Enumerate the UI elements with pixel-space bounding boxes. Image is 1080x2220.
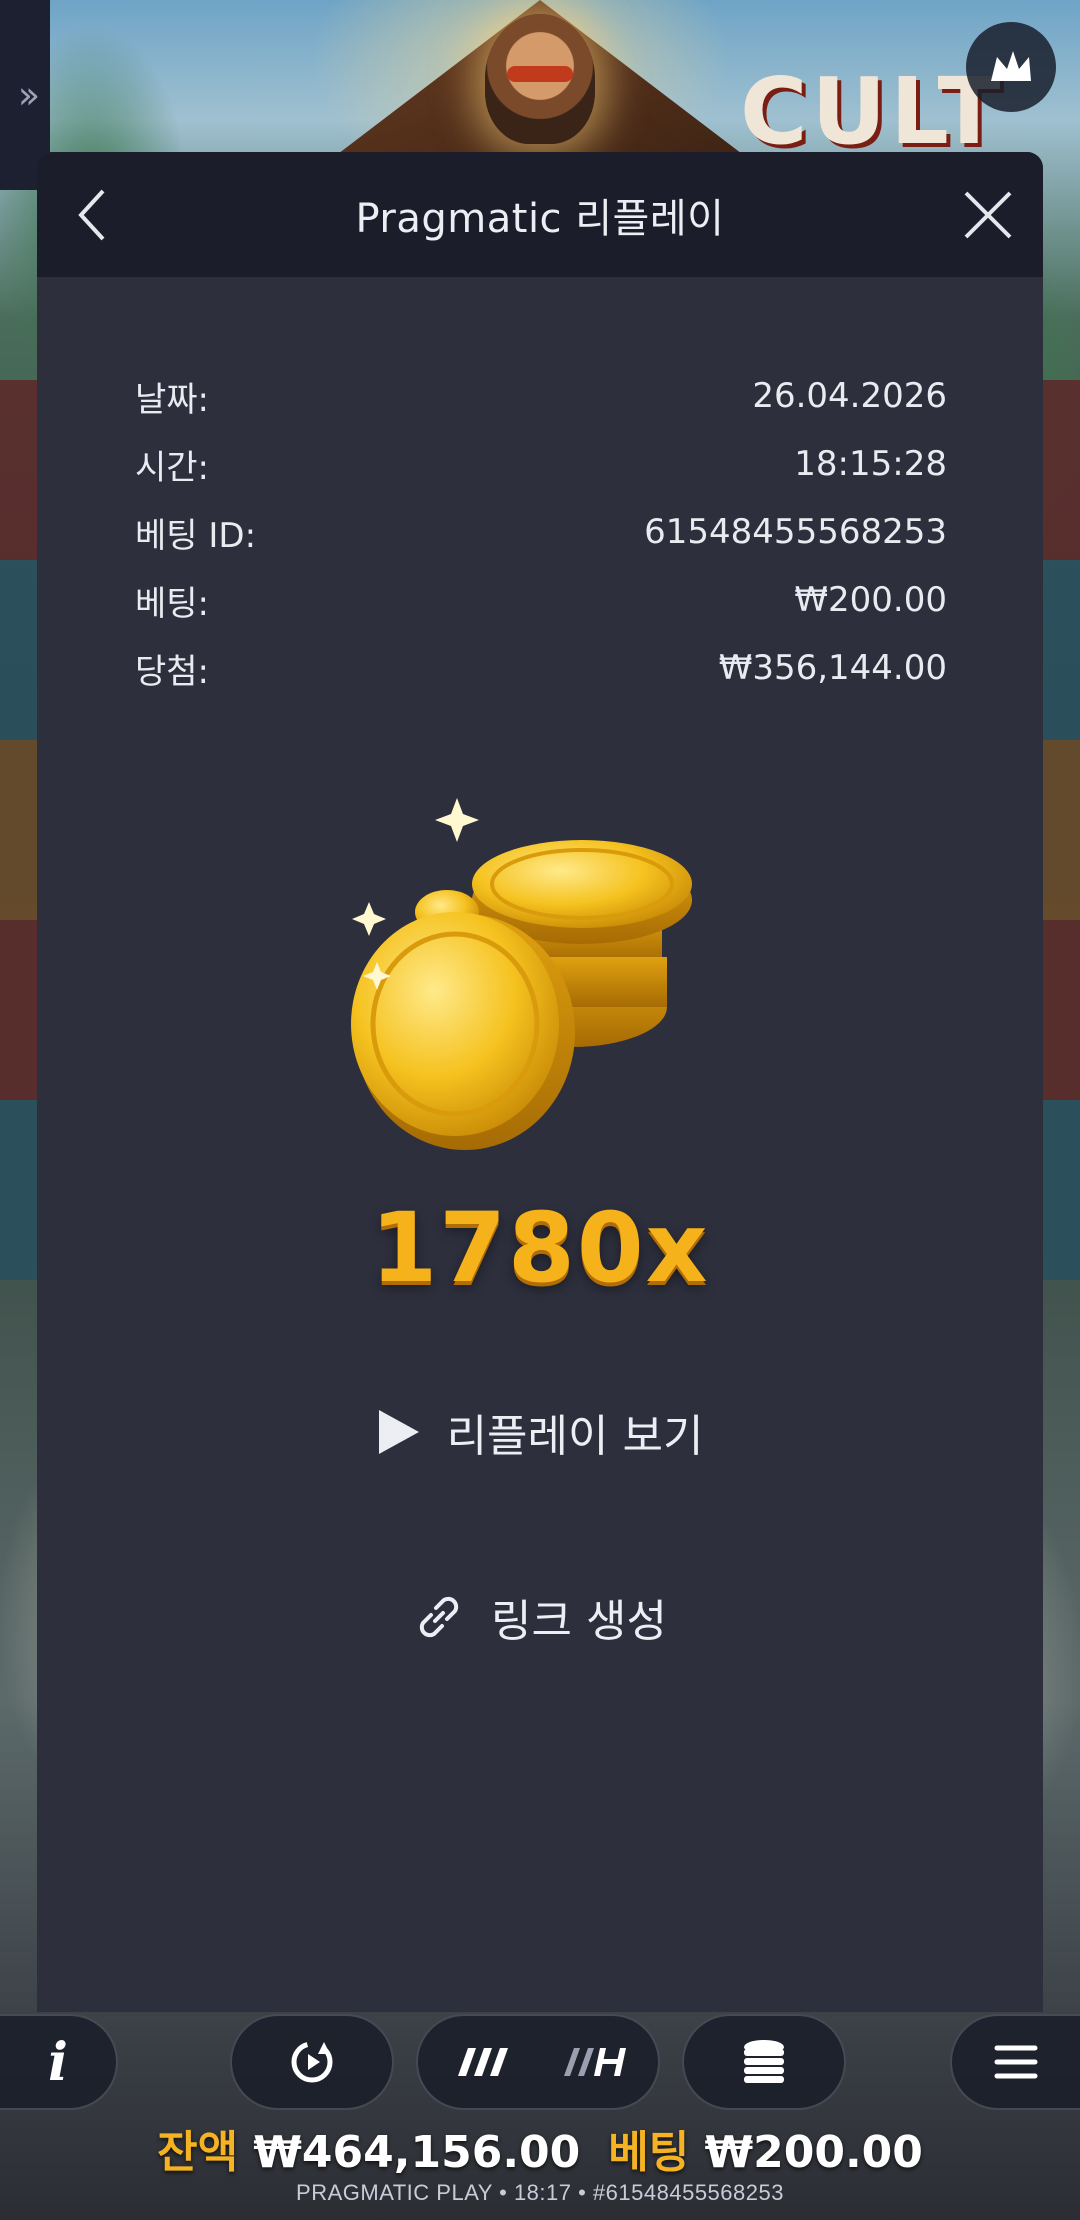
balance-value: ₩464,156.00 <box>253 2127 581 2178</box>
chevron-left-icon <box>78 189 105 240</box>
footer-info: PRAGMATIC PLAY • 18:17 • #61548455568253 <box>296 2180 784 2205</box>
back-button[interactable] <box>37 152 147 277</box>
bet-group: 베팅 ₩200.00 <box>608 2116 923 2180</box>
info-button[interactable]: i <box>0 2014 118 2110</box>
info-icon: i <box>48 2031 68 2093</box>
detail-value: ₩200.00 <box>794 580 947 620</box>
bet-label: 베팅 <box>608 2127 690 2178</box>
bet-value: ₩200.00 <box>704 2127 923 2178</box>
modal-title: Pragmatic 리플레이 <box>355 195 725 242</box>
detail-label: 베팅 ID: <box>135 515 257 556</box>
gold-coins-illustration <box>337 792 737 1172</box>
close-icon <box>964 191 1012 238</box>
autoplay-button[interactable] <box>230 2014 394 2110</box>
detail-label: 당첨: <box>135 651 210 692</box>
play-icon <box>378 1410 419 1454</box>
detail-row-date: 날짜: 26.04.2026 <box>135 362 947 430</box>
detail-value: 18:15:28 <box>794 444 947 484</box>
balance-group: 잔액 ₩464,156.00 <box>157 2116 580 2180</box>
detail-value: ₩356,144.00 <box>718 648 947 688</box>
crown-icon <box>991 51 1031 81</box>
modal-header: Pragmatic 리플레이 <box>37 152 1043 277</box>
balance-bet-line: 잔액 ₩464,156.00 베팅 ₩200.00 <box>0 2118 1080 2178</box>
autoplay-icon <box>291 2041 333 2083</box>
bet-settings-button[interactable] <box>682 2014 846 2110</box>
character-portrait <box>485 14 595 144</box>
watch-replay-label: 리플레이 보기 <box>446 1411 704 1462</box>
bet-details: 날짜: 26.04.2026 시간: 18:15:28 베팅 ID: 61548… <box>135 362 947 702</box>
coins-icon <box>351 798 692 1150</box>
detail-value: 26.04.2026 <box>752 376 947 416</box>
create-link-label: 링크 생성 <box>491 1596 667 1647</box>
reel-strip-right <box>1040 380 1080 1280</box>
win-multiplier: 1780x <box>370 1192 710 1304</box>
detail-label: 베팅: <box>135 583 210 624</box>
close-button[interactable] <box>933 152 1043 277</box>
detail-label: 시간: <box>135 447 210 488</box>
detail-value: 61548455568253 <box>644 512 947 552</box>
balance-label: 잔액 <box>157 2127 239 2178</box>
coin-stack-icon <box>744 2040 784 2083</box>
detail-row-bet: 베팅: ₩200.00 <box>135 566 947 634</box>
watch-replay-button[interactable]: 리플레이 보기 <box>37 1392 1043 1472</box>
create-link-button[interactable]: 링크 생성 <box>37 1577 1043 1657</box>
link-icon <box>419 1596 459 1638</box>
crown-button[interactable] <box>966 22 1056 112</box>
bottom-control-bar: i 잔액 ₩464,156.00 베팅 ₩200.00 PRAGMATIC PL… <box>0 2012 1080 2220</box>
replay-modal: Pragmatic 리플레이 날짜: 26.04.2026 시간: 18:15:… <box>37 152 1043 2012</box>
turbo-speed-icon <box>458 2048 626 2076</box>
detail-label: 날짜: <box>135 379 210 420</box>
reel-strip-left <box>0 380 40 1280</box>
menu-button[interactable] <box>950 2014 1080 2110</box>
double-chevron-right-icon: ›› <box>17 73 41 117</box>
detail-row-time: 시간: 18:15:28 <box>135 430 947 498</box>
detail-row-bet-id: 베팅 ID: 61548455568253 <box>135 498 947 566</box>
hamburger-menu-icon <box>994 2045 1038 2079</box>
turbo-speed-button[interactable] <box>416 2014 660 2110</box>
detail-row-win: 당첨: ₩356,144.00 <box>135 634 947 702</box>
